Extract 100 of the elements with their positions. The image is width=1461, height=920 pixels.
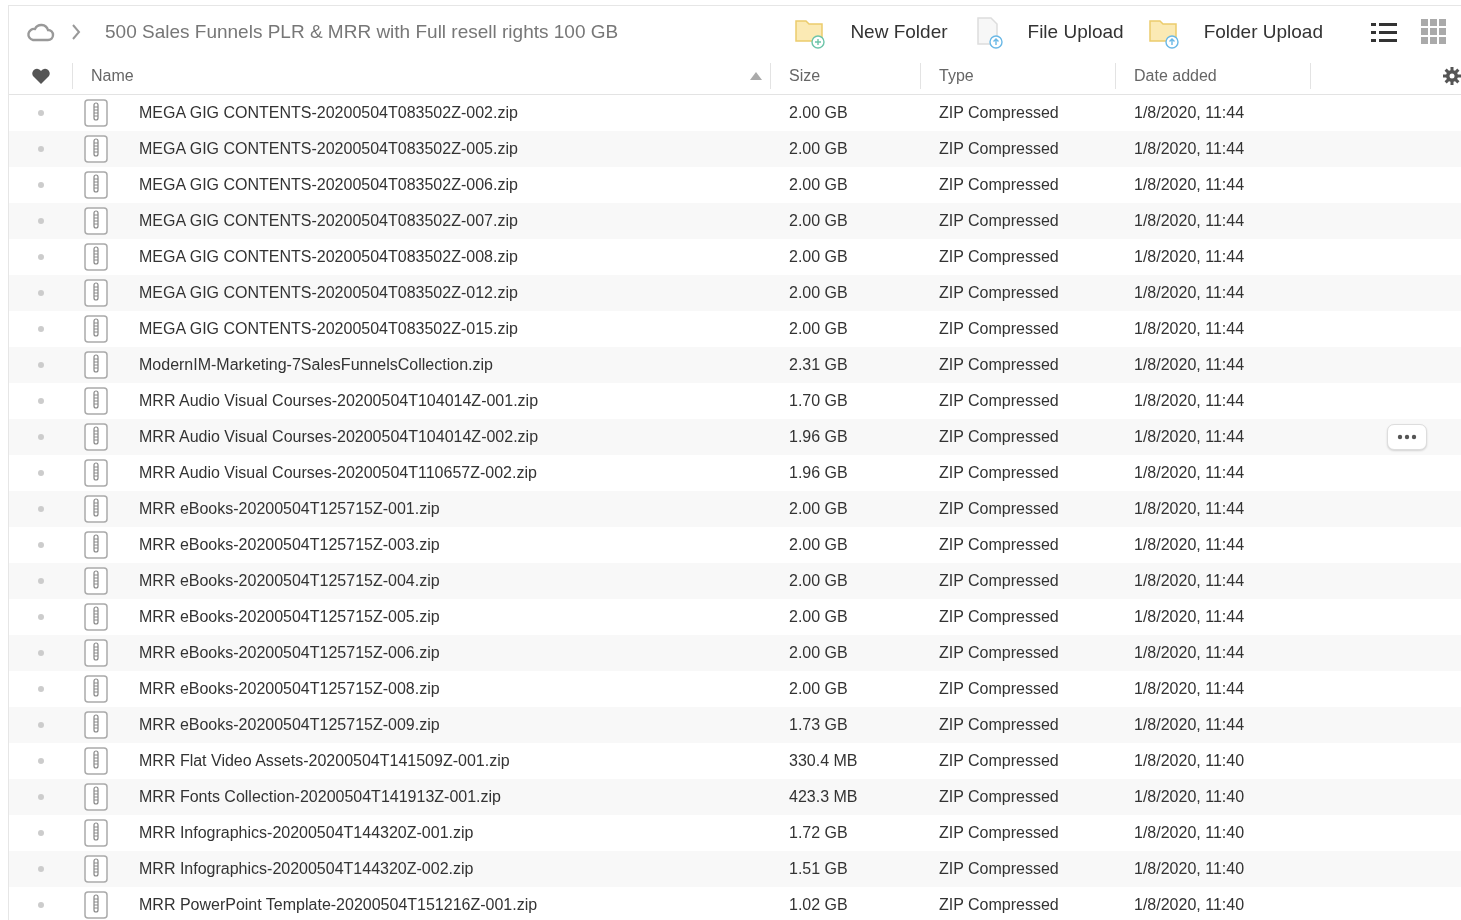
file-row[interactable]: ModernIM-Marketing-7SalesFunnelsCollection.zip 2.31 GB ZIP Compressed 1/8/2020, 11:44: [9, 347, 1461, 383]
file-row[interactable]: MRR Infographics-20200504T144320Z-002.zip 1.51 GB ZIP Compressed 1/8/2020, 11:40: [9, 851, 1461, 887]
file-name: MEGA GIG CONTENTS-20200504T083502Z-005.zip: [139, 140, 518, 157]
file-size: 1.96 GB: [789, 464, 848, 481]
date-added: 1/8/2020, 11:44: [1134, 176, 1245, 193]
file-row[interactable]: MRR Infographics-20200504T144320Z-001.zip 1.72 GB ZIP Compressed 1/8/2020, 11:40: [9, 815, 1461, 851]
date-added: 1/8/2020, 11:40: [1134, 788, 1245, 805]
zip-file-icon: [84, 531, 108, 559]
file-row[interactable]: MEGA GIG CONTENTS-20200504T083502Z-015.zip 2.00 GB ZIP Compressed 1/8/2020, 11:44: [9, 311, 1461, 347]
dot-icon: [37, 110, 44, 116]
file-row[interactable]: MRR Audio Visual Courses-20200504T104014Z-001.zip 1.70 GB ZIP Compressed 1/8/2020, 11:44: [9, 383, 1461, 419]
zip-file-icon: [84, 243, 108, 271]
dot-icon: [37, 506, 44, 512]
dot-icon: [37, 650, 44, 656]
file-size: 1.96 GB: [789, 428, 848, 445]
file-upload-button[interactable]: File Upload: [1027, 17, 1124, 47]
file-row[interactable]: MRR Flat Video Assets-20200504T141509Z-001.zip 330.4 MB ZIP Compressed 1/8/2020, 11:40: [9, 743, 1461, 779]
file-row[interactable]: MRR Audio Visual Courses-20200504T104014Z-002.zip 1.96 GB ZIP Compressed 1/8/2020, 11:44: [9, 419, 1461, 455]
file-name: MEGA GIG CONTENTS-20200504T083502Z-015.zip: [139, 320, 518, 337]
new-folder-button[interactable]: New Folder: [850, 17, 948, 47]
file-row[interactable]: MRR Fonts Collection-20200504T141913Z-001.zip 423.3 MB ZIP Compressed 1/8/2020, 11:40: [9, 779, 1461, 815]
zip-file-icon: [84, 747, 108, 775]
file-row[interactable]: MEGA GIG CONTENTS-20200504T083502Z-006.zip 2.00 GB ZIP Compressed 1/8/2020, 11:44: [9, 167, 1461, 203]
file-row[interactable]: MRR eBooks-20200504T125715Z-003.zip 2.00 GB ZIP Compressed 1/8/2020, 11:44: [9, 527, 1461, 563]
date-column-header[interactable]: Date added: [1134, 64, 1217, 88]
date-added: 1/8/2020, 11:40: [1134, 752, 1245, 769]
file-size: 2.00 GB: [789, 500, 848, 517]
file-type: ZIP Compressed: [939, 500, 1059, 517]
dot-icon: [37, 218, 44, 224]
file-type: ZIP Compressed: [939, 824, 1059, 841]
file-row[interactable]: MRR eBooks-20200504T125715Z-005.zip 2.00 GB ZIP Compressed 1/8/2020, 11:44: [9, 599, 1461, 635]
file-row[interactable]: MEGA GIG CONTENTS-20200504T083502Z-007.zip 2.00 GB ZIP Compressed 1/8/2020, 11:44: [9, 203, 1461, 239]
file-name: MRR Infographics-20200504T144320Z-002.zip: [139, 860, 474, 877]
file-type: ZIP Compressed: [939, 644, 1059, 661]
file-type: ZIP Compressed: [939, 788, 1059, 805]
file-size: 2.00 GB: [789, 212, 848, 229]
file-row[interactable]: MEGA GIG CONTENTS-20200504T083502Z-002.zip 2.00 GB ZIP Compressed 1/8/2020, 11:44: [9, 95, 1461, 131]
folder-path[interactable]: 500 Sales Funnels PLR & MRR with Full resell rights 100 GB: [105, 17, 619, 47]
folder-upload-button[interactable]: Folder Upload: [1203, 17, 1323, 47]
file-row[interactable]: MRR eBooks-20200504T125715Z-004.zip 2.00 GB ZIP Compressed 1/8/2020, 11:44: [9, 563, 1461, 599]
zip-file-icon: [84, 207, 108, 235]
zip-file-icon: [84, 603, 108, 631]
dot-icon: [37, 830, 44, 836]
file-type: ZIP Compressed: [939, 680, 1059, 697]
file-size: 2.00 GB: [789, 140, 848, 157]
file-row[interactable]: MRR PowerPoint Template-20200504T151216Z-001.zip 1.02 GB ZIP Compressed 1/8/2020, 11:40: [9, 887, 1461, 920]
dot-icon: [37, 362, 44, 368]
date-added: 1/8/2020, 11:44: [1134, 464, 1245, 481]
settings-icon[interactable]: [1443, 67, 1461, 85]
file-row[interactable]: MEGA GIG CONTENTS-20200504T083502Z-008.zip 2.00 GB ZIP Compressed 1/8/2020, 11:44: [9, 239, 1461, 275]
file-row[interactable]: MEGA GIG CONTENTS-20200504T083502Z-012.zip 2.00 GB ZIP Compressed 1/8/2020, 11:44: [9, 275, 1461, 311]
heart-icon[interactable]: [30, 67, 51, 85]
file-row[interactable]: MRR eBooks-20200504T125715Z-006.zip 2.00 GB ZIP Compressed 1/8/2020, 11:44: [9, 635, 1461, 671]
date-added: 1/8/2020, 11:44: [1134, 500, 1245, 517]
dot-icon: [37, 866, 44, 872]
file-row[interactable]: MRR eBooks-20200504T125715Z-008.zip 2.00 GB ZIP Compressed 1/8/2020, 11:44: [9, 671, 1461, 707]
zip-file-icon: [84, 387, 108, 415]
dot-icon: [37, 182, 44, 188]
dot-icon: [37, 398, 44, 404]
dot-icon: [37, 578, 44, 584]
file-type: ZIP Compressed: [939, 140, 1059, 157]
file-row[interactable]: MEGA GIG CONTENTS-20200504T083502Z-005.zip 2.00 GB ZIP Compressed 1/8/2020, 11:44: [9, 131, 1461, 167]
file-size: 1.02 GB: [789, 896, 848, 913]
dot-icon: [37, 290, 44, 296]
date-added: 1/8/2020, 11:44: [1134, 716, 1245, 733]
cloud-icon[interactable]: [25, 22, 55, 42]
zip-file-icon: [84, 891, 108, 919]
file-size: 2.00 GB: [789, 248, 848, 265]
file-row[interactable]: MRR eBooks-20200504T125715Z-001.zip 2.00 GB ZIP Compressed 1/8/2020, 11:44: [9, 491, 1461, 527]
more-options-button[interactable]: [1387, 424, 1427, 450]
file-name: MRR Infographics-20200504T144320Z-001.zip: [139, 824, 474, 841]
zip-file-icon: [84, 819, 108, 847]
size-column-header[interactable]: Size: [789, 64, 821, 88]
file-row[interactable]: MRR eBooks-20200504T125715Z-009.zip 1.73 GB ZIP Compressed 1/8/2020, 11:44: [9, 707, 1461, 743]
zip-file-icon: [84, 135, 108, 163]
list-view-icon[interactable]: [1371, 21, 1397, 43]
file-size: 1.72 GB: [789, 824, 848, 841]
zip-file-icon: [84, 315, 108, 343]
file-type: ZIP Compressed: [939, 536, 1059, 553]
file-name: MRR eBooks-20200504T125715Z-004.zip: [139, 572, 440, 589]
file-name: ModernIM-Marketing-7SalesFunnelsCollection.zip: [139, 356, 493, 373]
date-added: 1/8/2020, 11:44: [1134, 104, 1245, 121]
date-added: 1/8/2020, 11:44: [1134, 392, 1245, 409]
date-added: 1/8/2020, 11:44: [1134, 212, 1245, 229]
file-type: ZIP Compressed: [939, 464, 1059, 481]
date-added: 1/8/2020, 11:44: [1134, 140, 1245, 157]
date-added: 1/8/2020, 11:44: [1134, 536, 1245, 553]
name-column-header[interactable]: Name: [91, 64, 134, 88]
zip-file-icon: [84, 639, 108, 667]
dot-icon: [37, 686, 44, 692]
file-type: ZIP Compressed: [939, 248, 1059, 265]
file-name: MEGA GIG CONTENTS-20200504T083502Z-006.zip: [139, 176, 518, 193]
date-added: 1/8/2020, 11:44: [1134, 680, 1245, 697]
file-size: 2.00 GB: [789, 644, 848, 661]
date-added: 1/8/2020, 11:44: [1134, 320, 1245, 337]
dot-icon: [37, 614, 44, 620]
file-row[interactable]: MRR Audio Visual Courses-20200504T110657Z-002.zip 1.96 GB ZIP Compressed 1/8/2020, 11:44: [9, 455, 1461, 491]
file-size: 423.3 MB: [789, 788, 858, 805]
type-column-header[interactable]: Type: [939, 64, 974, 88]
file-type: ZIP Compressed: [939, 356, 1059, 373]
